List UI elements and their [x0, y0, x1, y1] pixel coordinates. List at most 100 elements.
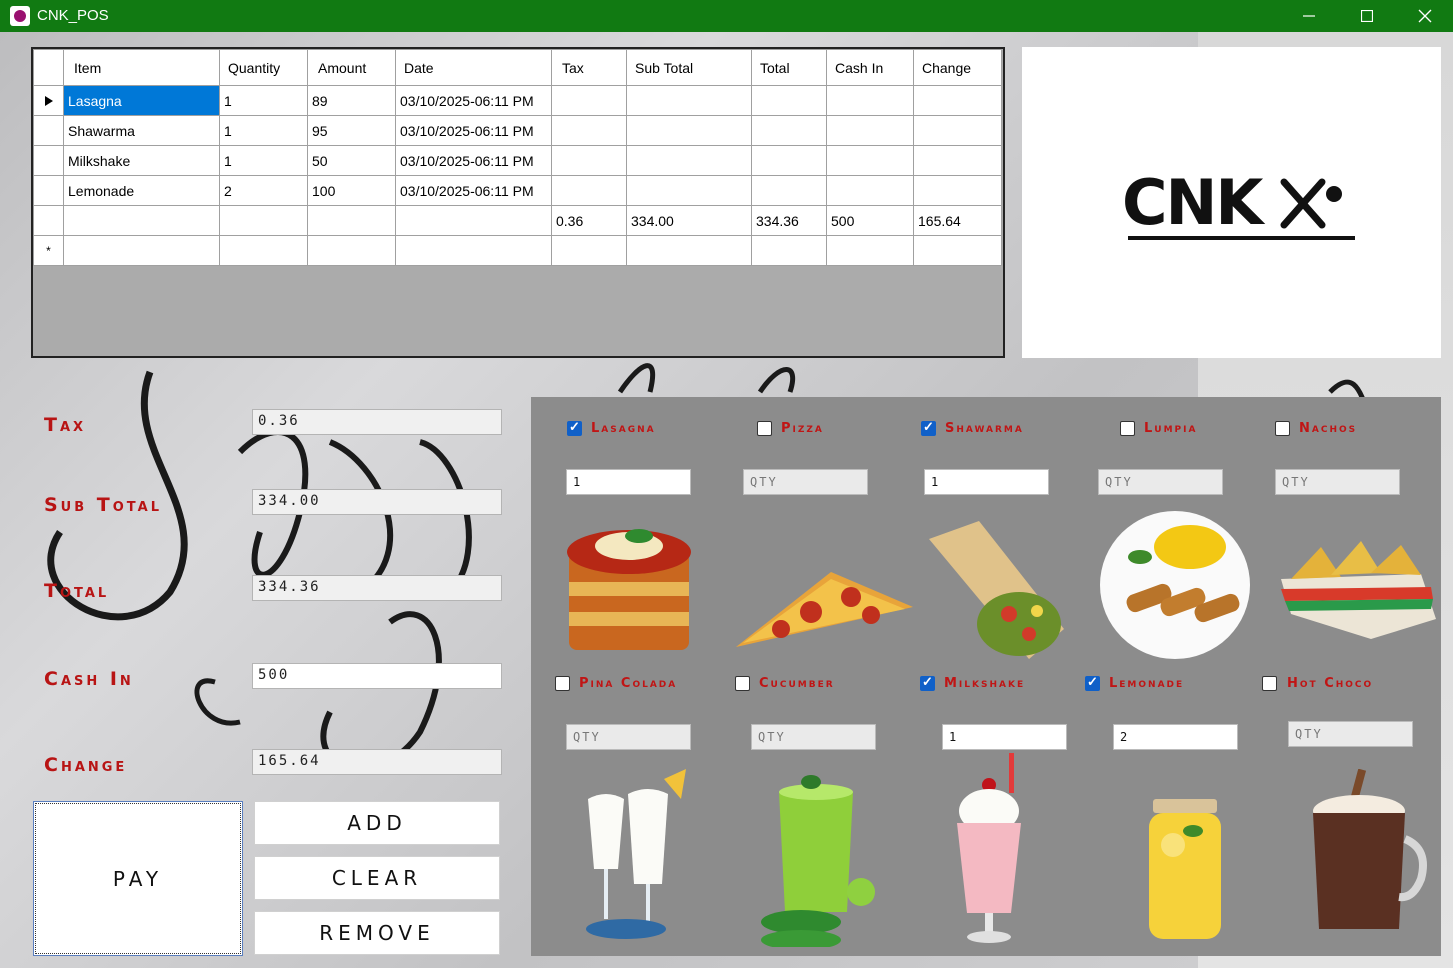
row-header[interactable] [33, 205, 64, 236]
cell[interactable] [913, 115, 1002, 146]
cell[interactable]: 334.36 [751, 205, 827, 236]
col-total[interactable]: Total [751, 49, 827, 86]
remove-button[interactable]: REMOVE [254, 911, 500, 955]
minimize-button[interactable] [1280, 0, 1338, 32]
col-cashin[interactable]: Cash In [826, 49, 914, 86]
lemonade-qty-input[interactable]: 2 [1113, 724, 1238, 750]
clear-button[interactable]: CLEAR [254, 856, 500, 900]
shawarma-qty-input[interactable]: 1 [924, 469, 1049, 495]
cell[interactable] [751, 235, 827, 266]
table-row[interactable]: 0.36 334.00 334.36 500 165.64 [33, 205, 1002, 236]
hot-choco-checkbox[interactable] [1262, 676, 1277, 691]
cell[interactable] [913, 235, 1002, 266]
cell[interactable] [751, 85, 827, 116]
lasagna-qty-input[interactable]: 1 [566, 469, 691, 495]
cucumber-qty-input[interactable]: QTY [751, 724, 876, 750]
col-change[interactable]: Change [913, 49, 1002, 86]
cell[interactable] [551, 235, 627, 266]
cell[interactable]: 100 [307, 175, 396, 206]
order-table[interactable]: Item Quantity Amount Date Tax Sub Total … [33, 49, 1002, 266]
pizza-label[interactable]: Pizza [781, 421, 824, 436]
lumpia-qty-input[interactable]: QTY [1098, 469, 1223, 495]
cell[interactable] [751, 145, 827, 176]
cell[interactable] [626, 175, 752, 206]
row-selector-icon[interactable] [33, 85, 64, 116]
close-button[interactable] [1396, 0, 1453, 32]
table-row[interactable]: Milkshake 1 50 03/10/2025-06:11 PM [33, 145, 1002, 176]
total-field[interactable]: 334.36 [252, 575, 502, 601]
cell[interactable]: 334.00 [626, 205, 752, 236]
table-row[interactable]: Shawarma 1 95 03/10/2025-06:11 PM [33, 115, 1002, 146]
col-amount[interactable]: Amount [307, 49, 396, 86]
add-button[interactable]: ADD [254, 801, 500, 845]
cell[interactable]: 89 [307, 85, 396, 116]
hot-choco-qty-input[interactable]: QTY [1288, 721, 1413, 747]
table-row[interactable]: Lasagna 1 89 03/10/2025-06:11 PM [33, 85, 1002, 116]
lasagna-label[interactable]: Lasagna [591, 421, 656, 436]
col-quantity[interactable]: Quantity [219, 49, 308, 86]
col-date[interactable]: Date [395, 49, 552, 86]
cell[interactable]: 1 [219, 145, 308, 176]
cucumber-checkbox[interactable] [735, 676, 750, 691]
order-grid[interactable]: Item Quantity Amount Date Tax Sub Total … [31, 47, 1005, 358]
cell[interactable] [219, 205, 308, 236]
maximize-button[interactable] [1338, 0, 1396, 32]
cell[interactable] [826, 85, 914, 116]
lumpia-label[interactable]: Lumpia [1144, 421, 1197, 436]
cell[interactable] [395, 205, 552, 236]
milkshake-checkbox[interactable] [920, 674, 935, 691]
row-header[interactable] [33, 145, 64, 176]
cell[interactable] [626, 145, 752, 176]
table-row[interactable]: Lemonade 2 100 03/10/2025-06:11 PM [33, 175, 1002, 206]
cell[interactable]: 2 [219, 175, 308, 206]
cell[interactable]: 95 [307, 115, 396, 146]
cell[interactable] [63, 235, 220, 266]
tax-field[interactable]: 0.36 [252, 409, 502, 435]
lemonade-checkbox[interactable] [1085, 674, 1100, 691]
cell[interactable]: Milkshake [63, 145, 220, 176]
cell[interactable]: 03/10/2025-06:11 PM [395, 145, 552, 176]
pina-colada-checkbox[interactable] [555, 676, 570, 691]
shawarma-label[interactable]: Shawarma [945, 421, 1024, 436]
cucumber-label[interactable]: Cucumber [759, 676, 835, 691]
cell[interactable] [751, 175, 827, 206]
cell[interactable] [63, 205, 220, 236]
cell[interactable]: 165.64 [913, 205, 1002, 236]
subtotal-field[interactable]: 334.00 [252, 489, 502, 515]
cell[interactable] [395, 235, 552, 266]
cell[interactable]: 500 [826, 205, 914, 236]
cell[interactable] [551, 85, 627, 116]
cell[interactable]: Lasagna [63, 85, 220, 116]
cell[interactable] [913, 175, 1002, 206]
cell[interactable] [826, 115, 914, 146]
lumpia-checkbox[interactable] [1120, 421, 1135, 436]
lasagna-checkbox[interactable] [567, 419, 582, 436]
cashin-input[interactable]: 500 [252, 663, 502, 689]
cell[interactable] [826, 175, 914, 206]
hot-choco-label[interactable]: Hot Choco [1287, 676, 1373, 691]
cell[interactable] [307, 205, 396, 236]
pizza-checkbox[interactable] [757, 421, 772, 436]
row-header[interactable] [33, 115, 64, 146]
cell[interactable]: 50 [307, 145, 396, 176]
cell[interactable] [826, 235, 914, 266]
cell[interactable]: 03/10/2025-06:11 PM [395, 115, 552, 146]
nachos-checkbox[interactable] [1275, 421, 1290, 436]
lemonade-label[interactable]: Lemonade [1109, 676, 1184, 691]
cell[interactable] [626, 85, 752, 116]
cell[interactable] [751, 115, 827, 146]
cell[interactable]: Lemonade [63, 175, 220, 206]
cell[interactable]: 1 [219, 115, 308, 146]
col-item[interactable]: Item [63, 49, 220, 86]
pizza-qty-input[interactable]: QTY [743, 469, 868, 495]
cell[interactable] [551, 175, 627, 206]
change-field[interactable]: 165.64 [252, 749, 502, 775]
cell[interactable]: 03/10/2025-06:11 PM [395, 175, 552, 206]
cell[interactable]: Shawarma [63, 115, 220, 146]
cell[interactable] [307, 235, 396, 266]
pina-colada-label[interactable]: Pina Colada [579, 676, 677, 691]
shawarma-checkbox[interactable] [921, 419, 936, 436]
cell[interactable] [826, 145, 914, 176]
cell[interactable] [626, 235, 752, 266]
cell[interactable] [913, 85, 1002, 116]
